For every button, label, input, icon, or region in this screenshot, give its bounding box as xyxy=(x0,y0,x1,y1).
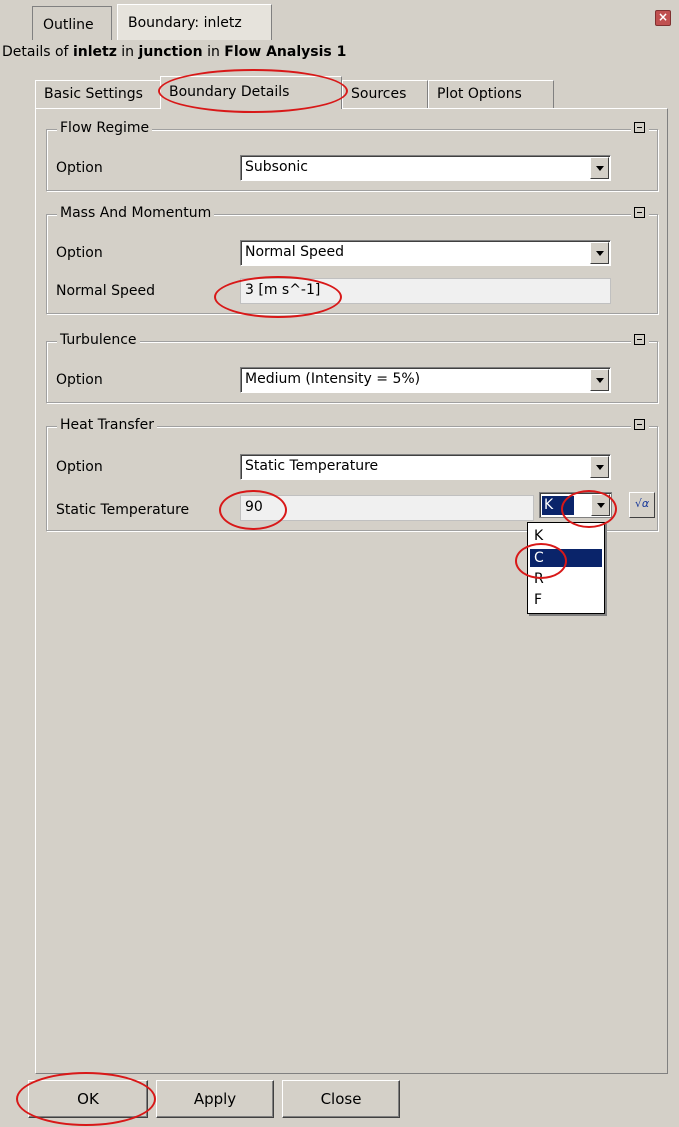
details-in-1: in xyxy=(116,44,139,60)
collapse-icon[interactable] xyxy=(631,419,649,433)
turbulence-option-select[interactable]: Medium (Intensity = 5%) xyxy=(240,367,611,393)
details-prefix: Details of xyxy=(2,44,73,60)
heat-option-select[interactable]: Static Temperature xyxy=(240,454,611,480)
normal-speed-value: 3 [m s^-1] xyxy=(245,282,321,298)
static-temperature-input[interactable]: 90 xyxy=(240,495,534,521)
temperature-unit-select[interactable]: K xyxy=(539,492,612,518)
details-analysis: Flow Analysis 1 xyxy=(224,44,347,60)
group-heat-transfer-title: Heat Transfer xyxy=(57,417,157,433)
mass-option-select[interactable]: Normal Speed xyxy=(240,240,611,266)
details-header: Details of inletz in junction in Flow An… xyxy=(2,44,346,60)
mass-option-label: Option xyxy=(56,245,103,261)
group-mass-momentum: Mass And Momentum Option Normal Speed No… xyxy=(46,205,658,314)
normal-speed-label: Normal Speed xyxy=(56,283,155,299)
ok-button-label: OK xyxy=(77,1090,99,1108)
tab-sources-label: Sources xyxy=(351,86,407,102)
collapse-icon[interactable] xyxy=(631,334,649,348)
group-flow-regime: Flow Regime Option Subsonic xyxy=(46,120,658,191)
flow-regime-option-label: Option xyxy=(56,160,103,176)
chevron-down-icon[interactable] xyxy=(590,369,609,391)
group-turbulence: Turbulence Option Medium (Intensity = 5%… xyxy=(46,332,658,403)
tab-boundary-details-label: Boundary Details xyxy=(169,84,290,100)
turbulence-option-label: Option xyxy=(56,372,103,388)
chevron-down-icon[interactable] xyxy=(590,242,609,264)
close-button[interactable]: Close xyxy=(282,1080,400,1118)
close-icon[interactable]: × xyxy=(655,10,671,26)
ok-button[interactable]: OK xyxy=(28,1080,148,1118)
turbulence-option-value: Medium (Intensity = 5%) xyxy=(245,371,421,387)
flow-regime-option-select[interactable]: Subsonic xyxy=(240,155,611,181)
unit-option-c[interactable]: C xyxy=(530,549,602,567)
close-button-label: Close xyxy=(320,1090,362,1108)
temperature-unit-list[interactable]: K C R F xyxy=(527,522,605,614)
unit-option-f[interactable]: F xyxy=(534,591,542,609)
heat-option-label: Option xyxy=(56,459,103,475)
static-temperature-value: 90 xyxy=(245,499,263,515)
tab-basic-settings[interactable]: Basic Settings xyxy=(35,80,161,108)
static-temperature-label: Static Temperature xyxy=(56,502,190,518)
chevron-down-icon[interactable] xyxy=(591,494,610,516)
mass-option-value: Normal Speed xyxy=(245,244,344,260)
apply-button[interactable]: Apply xyxy=(156,1080,274,1118)
chevron-down-icon[interactable] xyxy=(590,456,609,478)
tab-plot-options[interactable]: Plot Options xyxy=(428,80,554,108)
tab-plot-options-label: Plot Options xyxy=(437,86,522,102)
unit-option-r[interactable]: R xyxy=(534,570,544,588)
collapse-icon[interactable] xyxy=(631,122,649,136)
collapse-icon[interactable] xyxy=(631,207,649,221)
heat-option-value: Static Temperature xyxy=(245,458,379,474)
tab-basic-settings-label: Basic Settings xyxy=(44,86,143,102)
group-turbulence-title: Turbulence xyxy=(57,332,140,348)
details-in-2: in xyxy=(202,44,225,60)
details-object: inletz xyxy=(72,44,117,60)
expression-icon[interactable]: √α xyxy=(629,492,655,518)
tab-outline-label: Outline xyxy=(43,17,94,33)
chevron-down-icon[interactable] xyxy=(590,157,609,179)
flow-regime-option-value: Subsonic xyxy=(245,159,308,175)
tab-boundary-details[interactable]: Boundary Details xyxy=(160,76,342,109)
tab-sources[interactable]: Sources xyxy=(342,80,428,108)
tab-outline[interactable]: Outline xyxy=(32,6,112,40)
tab-boundary-label: Boundary: inletz xyxy=(128,15,242,31)
apply-button-label: Apply xyxy=(193,1090,237,1108)
group-flow-regime-title: Flow Regime xyxy=(57,120,153,136)
unit-option-k[interactable]: K xyxy=(534,527,543,545)
normal-speed-input[interactable]: 3 [m s^-1] xyxy=(240,278,611,304)
details-domain: junction xyxy=(138,44,203,60)
tab-boundary[interactable]: Boundary: inletz xyxy=(117,4,272,40)
group-heat-transfer: Heat Transfer Option Static Temperature … xyxy=(46,417,658,531)
group-mass-momentum-title: Mass And Momentum xyxy=(57,205,215,221)
temperature-unit-value: K xyxy=(542,496,574,515)
